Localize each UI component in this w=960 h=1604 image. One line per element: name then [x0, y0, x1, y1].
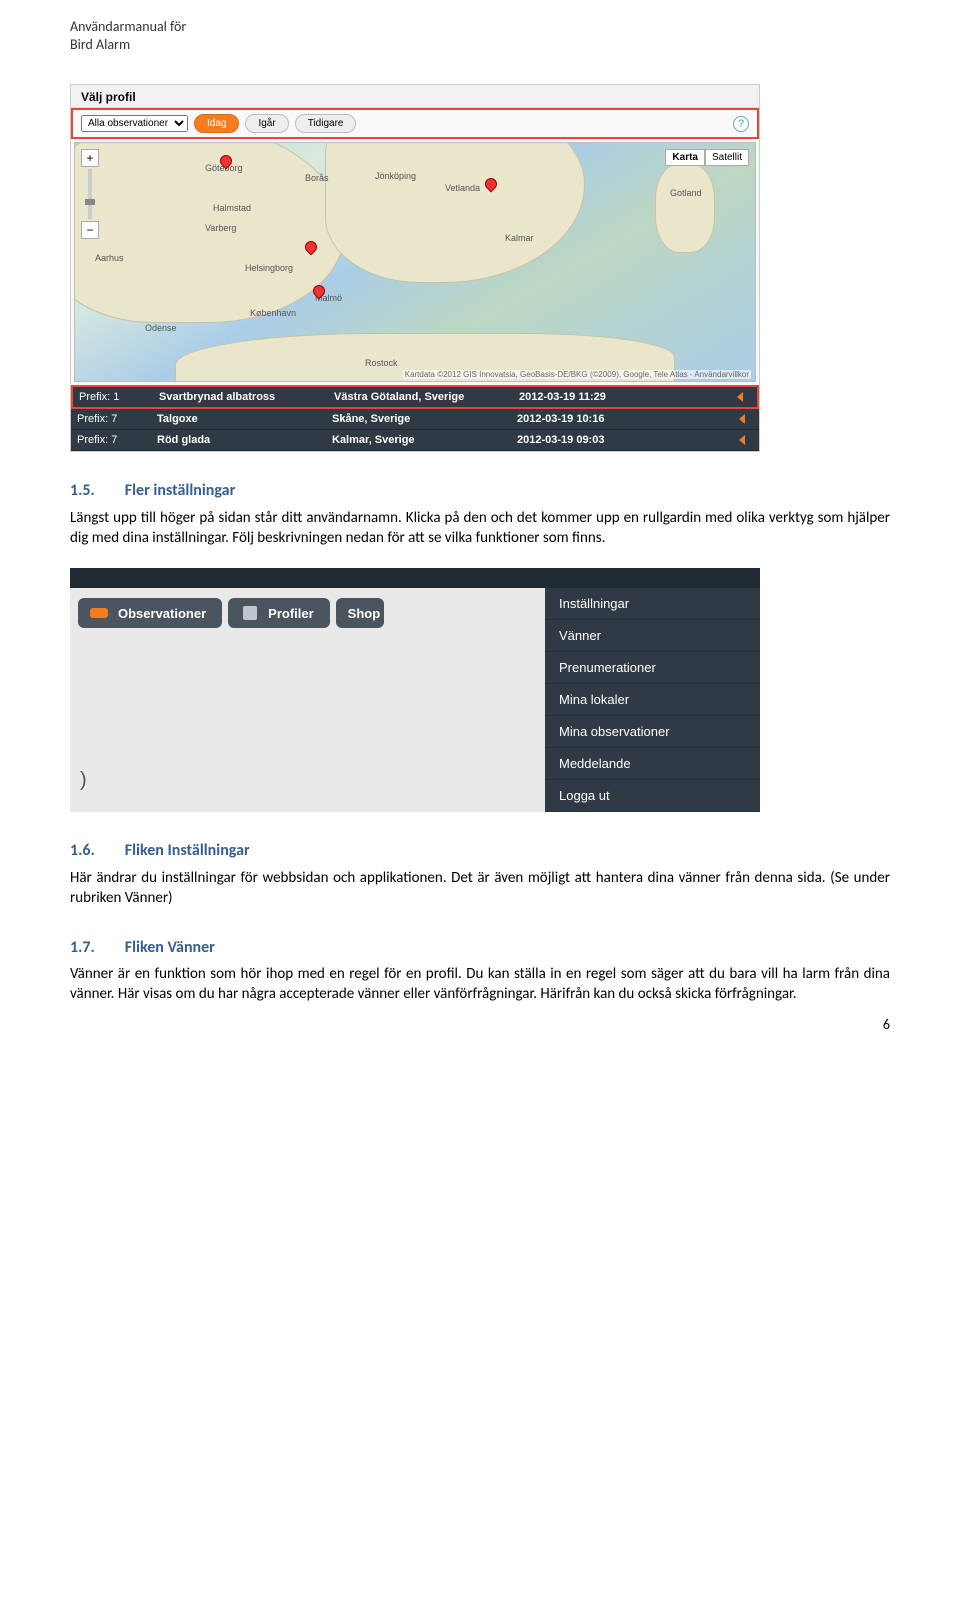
screenshot-map-observations: Välj profil Alla observationer Idag Igår… [70, 84, 760, 452]
zoom-slider[interactable] [88, 169, 92, 219]
map-label: Varberg [205, 223, 236, 233]
row-prefix: Prefix: 1 [79, 391, 159, 403]
row-place: Kalmar, Sverige [332, 434, 517, 446]
decorative-paren: ) [80, 769, 87, 792]
section-number: 1.7. [70, 937, 95, 959]
section-body: Vänner är en funktion som hör ihop med e… [70, 964, 890, 1005]
user-dropdown-menu: Inställningar Vänner Prenumerationer Min… [545, 588, 760, 812]
map-label: Odense [145, 323, 177, 333]
zoom-out-button[interactable]: − [81, 221, 99, 239]
row-time: 2012-03-19 09:03 [517, 434, 662, 446]
tab-profiler[interactable]: Profiler [228, 598, 330, 628]
row-place: Skåne, Sverige [332, 413, 517, 425]
header-line2: Bird Alarm [70, 36, 890, 54]
section-title: Fliken Inställningar [125, 840, 250, 862]
menu-item-logga-ut[interactable]: Logga ut [545, 780, 760, 812]
row-bird: Svartbrynad albatross [159, 391, 334, 403]
row-time: 2012-03-19 10:16 [517, 413, 662, 425]
row-prefix: Prefix: 7 [77, 434, 157, 446]
menu-item-installningar[interactable]: Inställningar [545, 588, 760, 620]
map-label: Vetlanda [445, 183, 480, 193]
map-label: København [250, 308, 296, 318]
section-number: 1.6. [70, 840, 95, 862]
observation-list: Prefix: 1 Svartbrynad albatross Västra G… [71, 385, 759, 451]
help-icon[interactable]: ? [733, 116, 749, 132]
menu-item-meddelande[interactable]: Meddelande [545, 748, 760, 780]
landmass [655, 163, 715, 253]
map-label: Helsingborg [245, 263, 293, 273]
map-type-karta[interactable]: Karta [665, 149, 705, 166]
row-prefix: Prefix: 7 [77, 413, 157, 425]
map-label: Aarhus [95, 253, 124, 263]
observation-row[interactable]: Prefix: 7 Talgoxe Skåne, Sverige 2012-03… [71, 409, 759, 430]
filter-earlier-button[interactable]: Tidigare [295, 114, 357, 133]
tab-shop[interactable]: Shop [336, 598, 385, 628]
map-label: Kalmar [505, 233, 534, 243]
page-number: 6 [883, 1016, 890, 1033]
doc-header: Användarmanual för Bird Alarm [70, 18, 890, 54]
row-bird: Röd glada [157, 434, 332, 446]
section-title: Fler inställningar [125, 480, 236, 502]
landmass [325, 142, 585, 283]
filter-today-button[interactable]: Idag [194, 114, 239, 133]
filter-bar: Alla observationer Idag Igår Tidigare ? [71, 108, 759, 139]
tab-label: Shop [348, 606, 381, 621]
map-label: Gotland [670, 188, 702, 198]
map-type-toggle: Karta Satellit [665, 149, 749, 166]
tab-label: Observationer [118, 606, 206, 621]
tab-observationer[interactable]: Observationer [78, 598, 222, 628]
map-container: Göteborg Borås Halmstad Jönköping Vetlan… [71, 139, 759, 385]
profile-icon [240, 604, 260, 622]
menu-item-mina-observationer[interactable]: Mina observationer [545, 716, 760, 748]
filter-yesterday-button[interactable]: Igår [245, 114, 288, 133]
map-type-satellit[interactable]: Satellit [705, 149, 749, 166]
section-1-5: 1.5. Fler inställningar Längst upp till … [70, 480, 890, 548]
section-1-7: 1.7. Fliken Vänner Vänner är en funktion… [70, 937, 890, 1005]
screenshot-user-menu: Observationer Profiler Shop ) Inställnin… [70, 568, 760, 812]
menu-item-prenumerationer[interactable]: Prenumerationer [545, 652, 760, 684]
collapse-arrow-icon[interactable] [739, 435, 745, 445]
map-zoom-controls: + − [81, 149, 99, 241]
menu-item-vanner[interactable]: Vänner [545, 620, 760, 652]
tab-label: Profiler [268, 606, 314, 621]
zoom-in-button[interactable]: + [81, 149, 99, 167]
collapse-arrow-icon[interactable] [737, 392, 743, 402]
section-body: Här ändrar du inställningar för webbsida… [70, 868, 890, 909]
map-label: Borås [305, 173, 329, 183]
row-bird: Talgoxe [157, 413, 332, 425]
profile-label: Välj profil [71, 85, 759, 108]
section-number: 1.5. [70, 480, 95, 502]
observation-row[interactable]: Prefix: 1 Svartbrynad albatross Västra G… [71, 385, 759, 409]
row-place: Västra Götaland, Sverige [334, 391, 519, 403]
map-label: Rostock [365, 358, 398, 368]
row-time: 2012-03-19 11:29 [519, 391, 664, 403]
account-bar [70, 568, 760, 588]
menu-item-mina-lokaler[interactable]: Mina lokaler [545, 684, 760, 716]
section-1-6: 1.6. Fliken Inställningar Här ändrar du … [70, 840, 890, 908]
section-title: Fliken Vänner [125, 937, 215, 959]
map-label: Jönköping [375, 171, 416, 181]
map-attribution: Kartdata ©2012 GIS Innovatsia, GeoBasis-… [403, 370, 751, 379]
map[interactable]: Göteborg Borås Halmstad Jönköping Vetlan… [74, 142, 756, 382]
map-label: Halmstad [213, 203, 251, 213]
nav-area: Observationer Profiler Shop ) [70, 588, 545, 812]
section-body: Längst upp till höger på sidan står ditt… [70, 508, 890, 549]
header-line1: Användarmanual för [70, 18, 890, 36]
observation-row[interactable]: Prefix: 7 Röd glada Kalmar, Sverige 2012… [71, 430, 759, 451]
binoculars-icon [90, 604, 110, 622]
observations-dropdown[interactable]: Alla observationer [81, 115, 188, 132]
collapse-arrow-icon[interactable] [739, 414, 745, 424]
